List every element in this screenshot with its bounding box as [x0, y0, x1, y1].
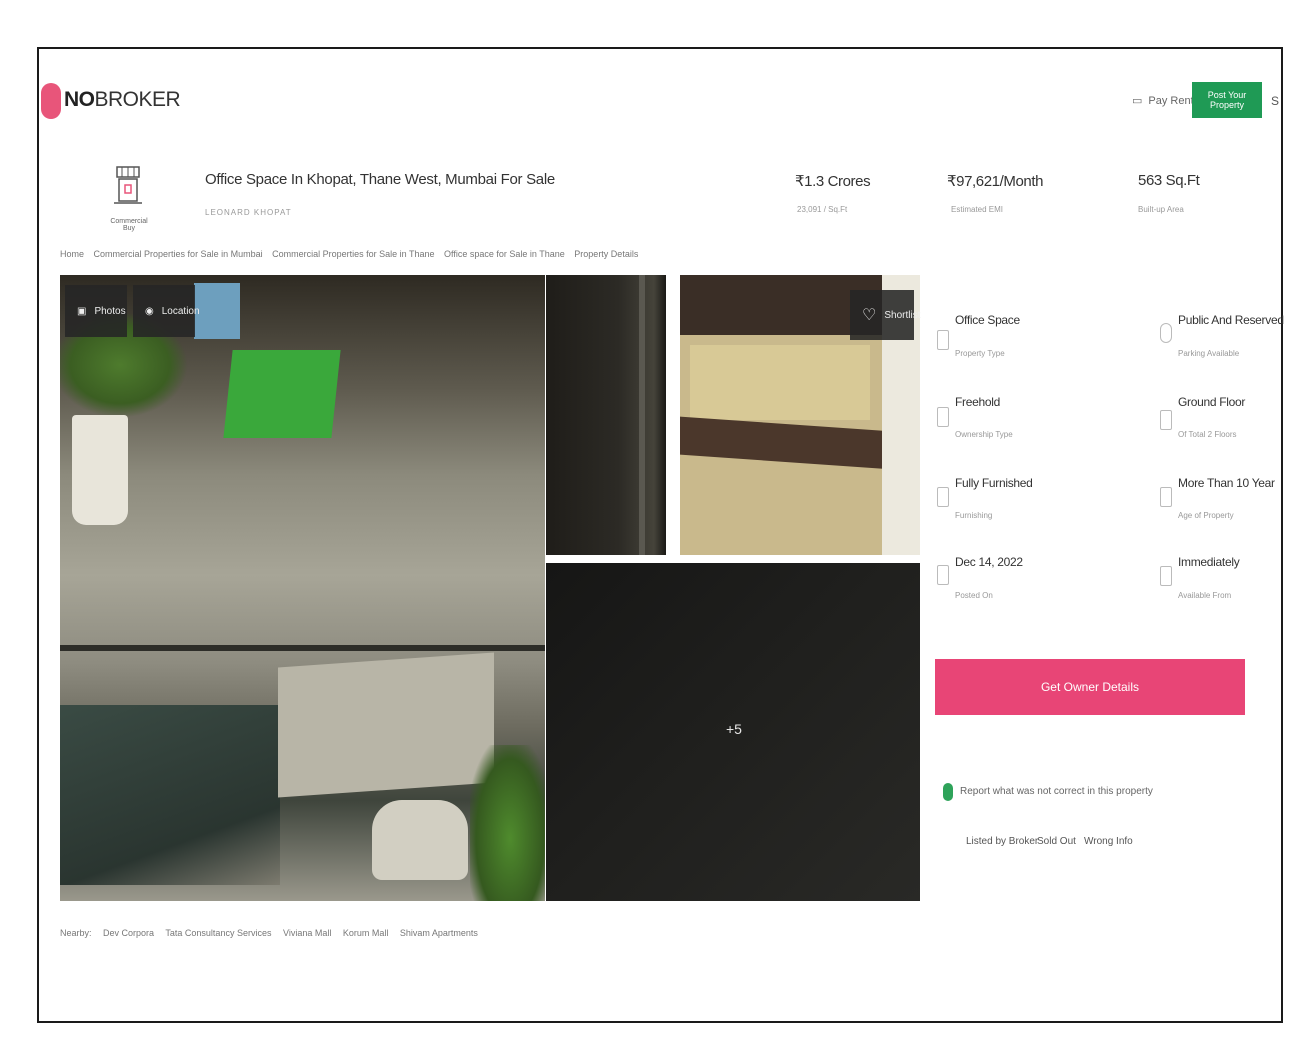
nearby-heading: Nearby:: [60, 928, 92, 938]
breadcrumb-item: Property Details: [574, 249, 639, 259]
breadcrumb-item[interactable]: Home: [60, 249, 84, 259]
photo-detail: [72, 415, 128, 525]
detail-label: Furnishing: [955, 511, 993, 520]
post-property-button[interactable]: Post Your Property: [1192, 82, 1262, 118]
detail-label: Property Type: [955, 349, 1005, 358]
logo-light-text: BROKER: [94, 88, 181, 111]
emi-label[interactable]: Estimated EMI: [951, 205, 1003, 214]
property-category-label: Commercial Buy: [110, 218, 148, 232]
detail-label: Of Total 2 Floors: [1178, 430, 1237, 439]
report-prompt: Report what was not correct in this prop…: [960, 786, 1153, 797]
nearby-item[interactable]: Tata Consultancy Services: [165, 928, 271, 938]
nearby-places: Nearby: Dev Corpora Tata Consultancy Ser…: [60, 928, 487, 938]
ownership-icon: [937, 407, 949, 427]
availability-icon: [1160, 566, 1172, 586]
nearby-item[interactable]: Dev Corpora: [103, 928, 154, 938]
detail-label: Parking Available: [1178, 349, 1240, 358]
detail-value: Dec 14, 2022: [955, 555, 1023, 569]
thumbnail-photo[interactable]: [546, 275, 666, 555]
shortlist-button[interactable]: ♡ Shortlist: [850, 290, 920, 340]
more-photos-count: +5: [726, 721, 742, 737]
photo-detail: [278, 652, 494, 798]
detail-label: Available From: [1178, 591, 1232, 600]
photo-detail: [194, 283, 240, 339]
commercial-building-icon: [114, 166, 142, 204]
card-icon: ▭: [1132, 95, 1143, 107]
price-per-sqft: 23,091 / Sq.Ft: [797, 205, 848, 214]
furnishing-icon: [937, 487, 949, 507]
area-value: 563 Sq.Ft: [1138, 172, 1200, 189]
camera-icon: ▣: [77, 305, 87, 317]
location-button[interactable]: ◉ Location: [133, 285, 200, 337]
logo-icon[interactable]: [41, 83, 61, 119]
breadcrumb: Home Commercial Properties for Sale in M…: [60, 249, 645, 259]
detail-value: Immediately: [1178, 555, 1240, 569]
photo-detail: [60, 705, 280, 885]
pay-rent-link[interactable]: ▭ Pay Rent: [1132, 94, 1194, 108]
area-label: Built-up Area: [1138, 205, 1184, 214]
photo-detail: [60, 645, 545, 651]
photos-button[interactable]: ▣ Photos: [65, 285, 127, 337]
photo-detail: [223, 350, 341, 438]
breadcrumb-item[interactable]: Commercial Properties for Sale in Mumbai: [94, 249, 263, 259]
signin-menu[interactable]: S: [1271, 94, 1279, 108]
detail-value: Ground Floor: [1178, 395, 1246, 409]
shortlist-label: Shortlist: [884, 309, 921, 321]
property-locality: LEONARD KHOPAT: [205, 208, 292, 217]
photos-label: Photos: [94, 305, 126, 317]
detail-value: Office Space: [955, 313, 1020, 327]
nearby-item[interactable]: Shivam Apartments: [400, 928, 478, 938]
photo-detail: [470, 745, 545, 901]
heart-icon: ♡: [862, 307, 877, 324]
logo-bold-text: NO: [64, 88, 95, 111]
photo-detail: [372, 800, 468, 880]
emi-value: ₹97,621/Month: [947, 173, 1044, 190]
main-photo[interactable]: [60, 275, 545, 901]
detail-value: Fully Furnished: [955, 476, 1033, 490]
detail-value: Public And Reserved: [1178, 313, 1284, 327]
logo[interactable]: NOBROKER: [64, 88, 181, 112]
detail-label: Ownership Type: [955, 430, 1013, 439]
report-option-wrong-info[interactable]: Wrong Info: [1084, 836, 1133, 847]
photo-gallery: +5 ▣ Photos ◉ Location ♡ Shortlist: [60, 275, 920, 901]
photo-detail: [690, 345, 870, 420]
floor-icon: [1160, 410, 1172, 430]
photo-detail: [639, 275, 645, 555]
more-photos-tile[interactable]: +5: [546, 563, 920, 901]
detail-label: Posted On: [955, 591, 993, 600]
report-icon: [943, 783, 953, 801]
get-owner-details-button[interactable]: Get Owner Details: [935, 659, 1245, 715]
nearby-item[interactable]: Korum Mall: [343, 928, 389, 938]
detail-label: Age of Property: [1178, 511, 1234, 520]
calendar-icon: [937, 565, 949, 585]
report-option-broker[interactable]: Listed by Broker: [966, 836, 1038, 847]
breadcrumb-item[interactable]: Commercial Properties for Sale in Thane: [272, 249, 434, 259]
report-option-sold-out[interactable]: Sold Out: [1037, 836, 1076, 847]
location-label: Location: [161, 305, 200, 317]
price-value: ₹1.3 Crores: [795, 173, 871, 190]
pay-rent-label: Pay Rent: [1148, 94, 1194, 107]
nearby-item[interactable]: Viviana Mall: [283, 928, 331, 938]
detail-value: More Than 10 Year: [1178, 476, 1275, 490]
parking-icon: [1160, 323, 1172, 343]
building-age-icon: [1160, 487, 1172, 507]
breadcrumb-item[interactable]: Office space for Sale in Thane: [444, 249, 565, 259]
property-title: Office Space In Khopat, Thane West, Mumb…: [205, 171, 555, 188]
detail-value: Freehold: [955, 395, 1000, 409]
location-icon: ◉: [145, 305, 154, 317]
office-icon: [937, 330, 949, 350]
